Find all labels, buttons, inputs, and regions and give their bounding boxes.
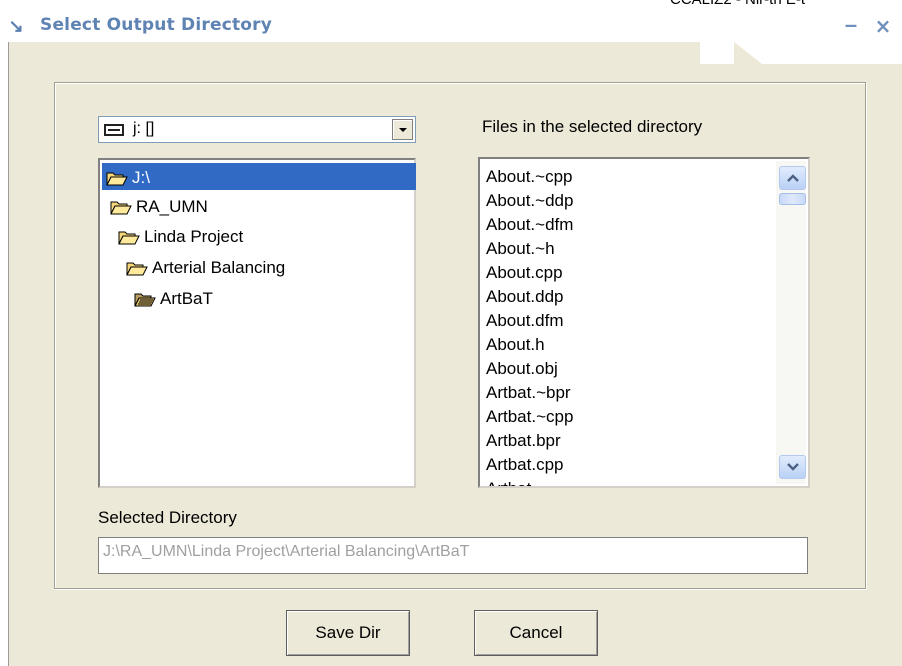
dropdown-arrow-button[interactable] [392,119,413,140]
title-tab-notch [700,42,902,64]
file-list-item[interactable]: About.dfm [486,309,573,333]
open-folder-icon [126,260,148,276]
directory-item-ra-umn[interactable]: RA_UMN [110,192,208,219]
file-list-item[interactable]: About.~dfm [486,213,573,237]
system-menu-icon[interactable]: ↘ [3,13,29,39]
background-window-text: CCALIZ2 - Nlr-th E-t [670,0,805,8]
cancel-button[interactable]: Cancel [474,610,598,656]
file-list-item[interactable]: About.obj [486,357,573,381]
scroll-up-button[interactable] [779,166,806,190]
directory-list[interactable]: J:\ RA_UMN Linda Project Arterial Balanc… [98,158,416,488]
file-list-item[interactable]: About.cpp [486,261,573,285]
open-folder-icon [106,170,128,186]
scrollbar-thumb[interactable] [779,193,806,205]
file-list-item[interactable]: About.h [486,333,573,357]
file-list-item[interactable]: About.ddp [486,285,573,309]
file-list-item[interactable]: Artbat. [486,477,573,486]
window-title: Select Output Directory [40,15,273,35]
file-list-item[interactable]: About.~h [486,237,573,261]
selected-directory-value: J:\RA_UMN\Linda Project\Arterial Balanci… [103,543,470,560]
file-list-item[interactable]: Artbat.~bpr [486,381,573,405]
file-list-scrollbar[interactable] [776,161,806,484]
minimize-button[interactable]: – [838,12,864,40]
file-list-item[interactable]: Artbat.cpp [486,453,573,477]
selected-directory-label: Selected Directory [98,508,237,527]
directory-item-artbat[interactable]: ArtBaT [134,284,213,311]
directory-item-arterial-balancing[interactable]: Arterial Balancing [126,253,285,280]
close-button[interactable]: × [868,12,898,40]
file-list-items: About.~cpp About.~ddp About.~dfm About.~h Ab… [486,165,573,486]
scroll-down-button[interactable] [779,455,806,479]
drive-icon [104,124,124,136]
directory-item-linda-project[interactable]: Linda Project [118,222,243,249]
file-list-item[interactable]: Artbat.~cpp [486,405,573,429]
file-list[interactable]: About.~cpp About.~ddp About.~dfm About.~h Ab… [478,157,810,488]
open-folder-current-icon [134,291,156,307]
drive-select[interactable]: j: [] [98,116,416,143]
file-list-item[interactable]: About.~ddp [486,189,573,213]
title-bar[interactable]: ↘ Select Output Directory – × [0,10,902,42]
save-dir-button[interactable]: Save Dir [286,610,410,656]
selected-directory-field[interactable]: J:\RA_UMN\Linda Project\Arterial Balanci… [98,537,808,574]
open-folder-icon [110,199,132,215]
chevron-down-icon [787,463,799,471]
drive-select-value: j: [] [133,120,155,137]
directory-item-root[interactable]: J:\ [102,163,416,190]
files-label: Files in the selected directory [482,117,703,136]
file-list-item[interactable]: About.~cpp [486,165,573,189]
file-list-item[interactable]: Artbat.bpr [486,429,573,453]
chevron-up-icon [787,174,799,182]
open-folder-icon [118,229,140,245]
